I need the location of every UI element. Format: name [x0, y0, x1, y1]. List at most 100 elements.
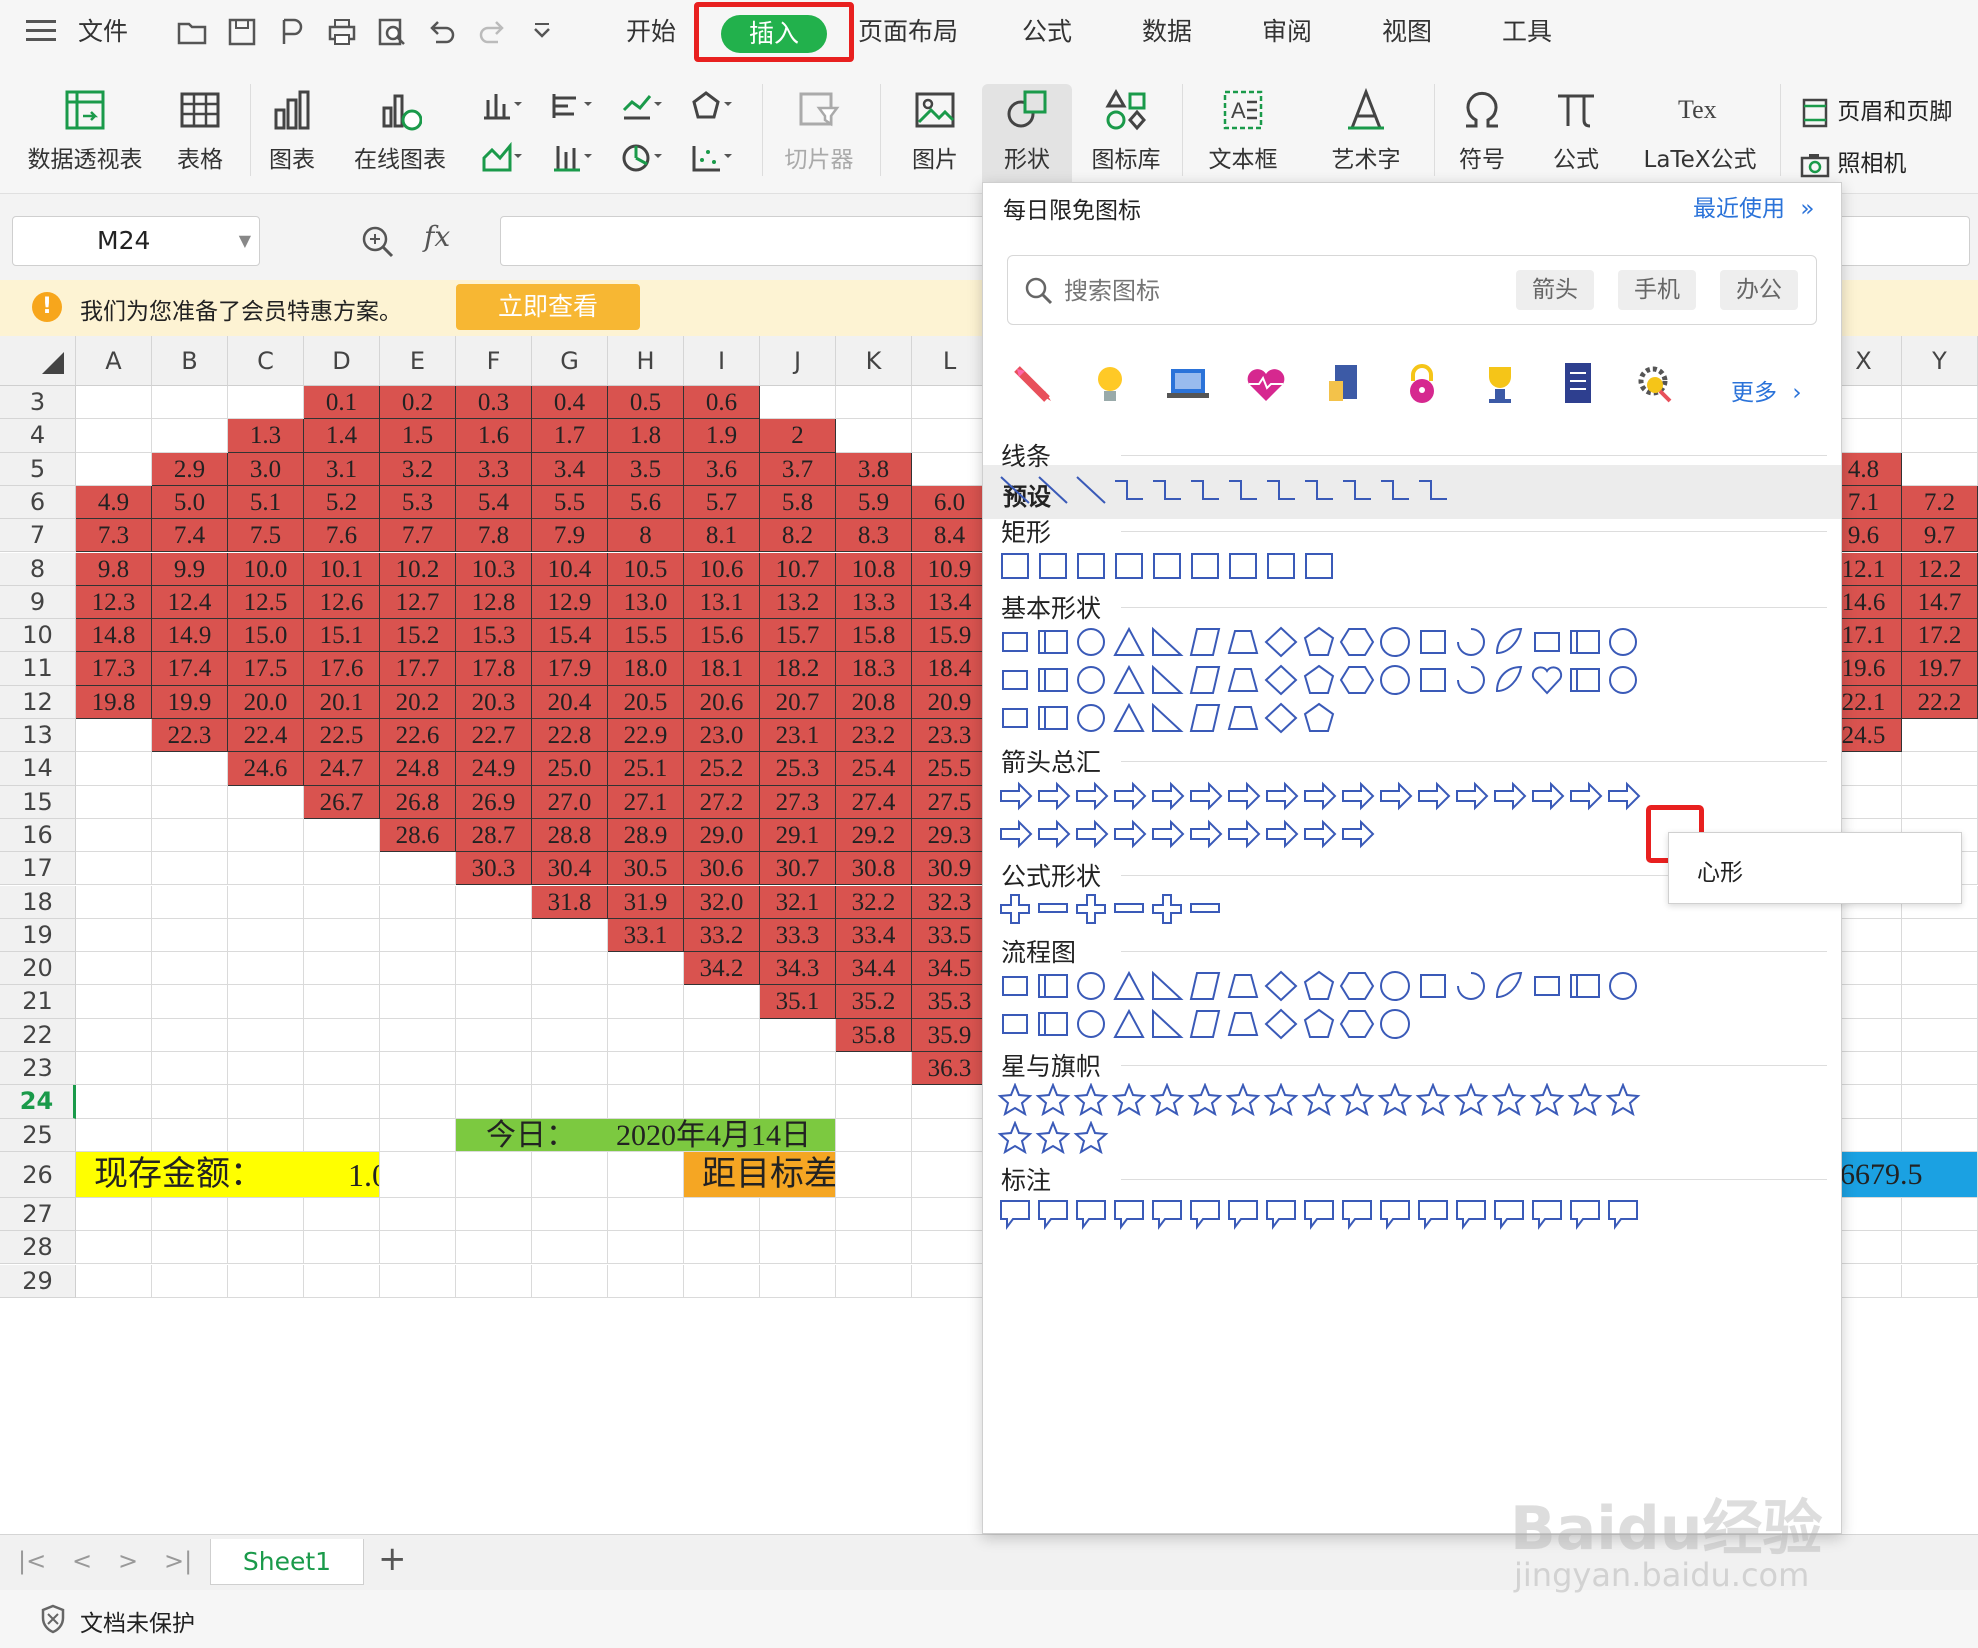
row-header[interactable]: 17: [0, 852, 76, 886]
online-chart-button[interactable]: 在线图表: [338, 88, 462, 174]
heart-data-cell[interactable]: 29.0: [684, 818, 760, 853]
shape-option-icon[interactable]: [1605, 625, 1641, 659]
column-header[interactable]: C: [228, 336, 304, 386]
heart-data-cell[interactable]: 34.5: [912, 952, 988, 986]
trophy-icon[interactable]: [1475, 359, 1525, 409]
grid-cell[interactable]: [456, 1197, 532, 1232]
line-chart-icon[interactable]: [620, 90, 664, 122]
grid-cell[interactable]: [152, 1085, 228, 1119]
grid-cell[interactable]: [760, 1052, 836, 1086]
shape-option-icon[interactable]: [1415, 1197, 1451, 1231]
grid-cell[interactable]: [836, 1151, 912, 1198]
shape-option-icon[interactable]: [1187, 1197, 1223, 1231]
shape-option-icon[interactable]: [1263, 663, 1299, 697]
heart-data-cell[interactable]: 18.1: [684, 652, 760, 686]
heart-data-cell[interactable]: 24.7: [304, 752, 380, 786]
shape-option-icon[interactable]: [1377, 1007, 1413, 1041]
heart-data-cell[interactable]: 7.4: [152, 519, 228, 553]
row-header[interactable]: 7: [0, 519, 76, 553]
shape-option-icon[interactable]: [1567, 1197, 1603, 1231]
grid-cell[interactable]: [532, 1052, 608, 1086]
chart-button[interactable]: 图表: [258, 88, 326, 174]
row-header[interactable]: 27: [0, 1197, 76, 1232]
row-header[interactable]: 8: [0, 552, 76, 586]
shape-option-icon[interactable]: [997, 473, 1033, 507]
shape-option-icon[interactable]: [1149, 817, 1185, 851]
shape-option-icon[interactable]: [1263, 779, 1299, 813]
grid-cell[interactable]: [304, 1264, 380, 1298]
shape-option-icon[interactable]: [1035, 625, 1071, 659]
heart-data-cell[interactable]: 8.3: [836, 519, 912, 553]
grid-cell[interactable]: [912, 1118, 988, 1152]
heart-data-cell[interactable]: 15.6: [684, 619, 760, 653]
grid-cell[interactable]: [152, 752, 228, 786]
row-header[interactable]: 9: [0, 585, 76, 620]
column-header[interactable]: K: [836, 336, 912, 386]
heart-data-cell[interactable]: 20.2: [380, 685, 456, 719]
grid-cell[interactable]: [1902, 419, 1978, 453]
shape-option-icon[interactable]: [1301, 663, 1337, 697]
heart-data-cell[interactable]: 9.9: [152, 552, 228, 586]
tab-view[interactable]: 视图: [1382, 10, 1432, 54]
grid-cell[interactable]: [304, 1052, 380, 1086]
heart-data-cell[interactable]: 26.8: [380, 785, 456, 819]
row-header[interactable]: 19: [0, 918, 76, 953]
grid-cell[interactable]: [152, 1052, 228, 1086]
grid-cell[interactable]: [836, 1052, 912, 1086]
heart-data-cell[interactable]: 14.7: [1902, 585, 1978, 620]
shape-option-icon[interactable]: [1605, 663, 1641, 697]
heart-data-cell[interactable]: 3.7: [760, 452, 836, 486]
heart-data-cell[interactable]: 3.3: [456, 452, 532, 486]
grid-cell[interactable]: [456, 1151, 532, 1198]
shape-option-icon[interactable]: [1529, 625, 1565, 659]
camera-button[interactable]: 照相机: [1800, 144, 1906, 177]
name-box[interactable]: M24 ▼: [12, 216, 260, 266]
grid-cell[interactable]: [1902, 1085, 1978, 1119]
column-header[interactable]: H: [608, 336, 684, 386]
grid-cell[interactable]: [76, 1052, 152, 1086]
shape-option-icon[interactable]: [997, 1082, 1033, 1117]
shape-option-icon[interactable]: [1035, 1007, 1071, 1041]
shape-option-icon[interactable]: [1339, 969, 1375, 1003]
row-header[interactable]: 25: [0, 1118, 76, 1152]
shape-option-icon[interactable]: [1415, 625, 1451, 659]
shape-option-icon[interactable]: [1567, 625, 1603, 659]
grid-cell[interactable]: [456, 1052, 532, 1086]
shape-option-icon[interactable]: [1187, 779, 1223, 813]
shape-option-icon[interactable]: [1111, 1007, 1147, 1041]
heart-data-cell[interactable]: 27.0: [532, 785, 608, 819]
grid-cell[interactable]: [76, 952, 152, 986]
grid-cell[interactable]: [76, 719, 152, 753]
grid-cell[interactable]: [836, 1197, 912, 1232]
column-header[interactable]: I: [684, 336, 760, 386]
device-icon[interactable]: [1319, 359, 1369, 409]
heart-data-cell[interactable]: 1.6: [456, 419, 532, 453]
shape-option-icon[interactable]: [1263, 1007, 1299, 1041]
shape-option-icon[interactable]: [1339, 663, 1375, 697]
shape-option-icon[interactable]: [1225, 663, 1261, 697]
grid-cell[interactable]: [76, 452, 152, 486]
heart-data-cell[interactable]: 24.9: [456, 752, 532, 786]
heart-data-cell[interactable]: 12.2: [1902, 552, 1978, 586]
heart-data-cell[interactable]: 25.3: [760, 752, 836, 786]
heart-data-cell[interactable]: 7.7: [380, 519, 456, 553]
grid-cell[interactable]: [684, 1264, 760, 1298]
heart-data-cell[interactable]: 33.2: [684, 918, 760, 953]
name-box-dropdown-icon[interactable]: ▼: [239, 217, 251, 265]
shape-option-icon[interactable]: [997, 701, 1033, 735]
shape-option-icon[interactable]: [1149, 473, 1185, 507]
shape-option-icon[interactable]: [1567, 1082, 1603, 1117]
heart-data-cell[interactable]: 33.5: [912, 918, 988, 953]
grid-cell[interactable]: [456, 918, 532, 953]
shape-option-icon[interactable]: [1301, 779, 1337, 813]
heart-data-cell[interactable]: 35.9: [912, 1018, 988, 1052]
shape-option-icon[interactable]: [1377, 663, 1413, 697]
grid-cell[interactable]: [152, 1197, 228, 1232]
shape-option-icon[interactable]: [1225, 969, 1261, 1003]
heart-data-cell[interactable]: 28.9: [608, 818, 684, 853]
row-header[interactable]: 21: [0, 985, 76, 1019]
heart-data-cell[interactable]: 5.5: [532, 485, 608, 520]
grid-cell[interactable]: [1902, 752, 1978, 786]
grid-cell[interactable]: [228, 952, 304, 986]
grid-cell[interactable]: [1902, 985, 1978, 1019]
